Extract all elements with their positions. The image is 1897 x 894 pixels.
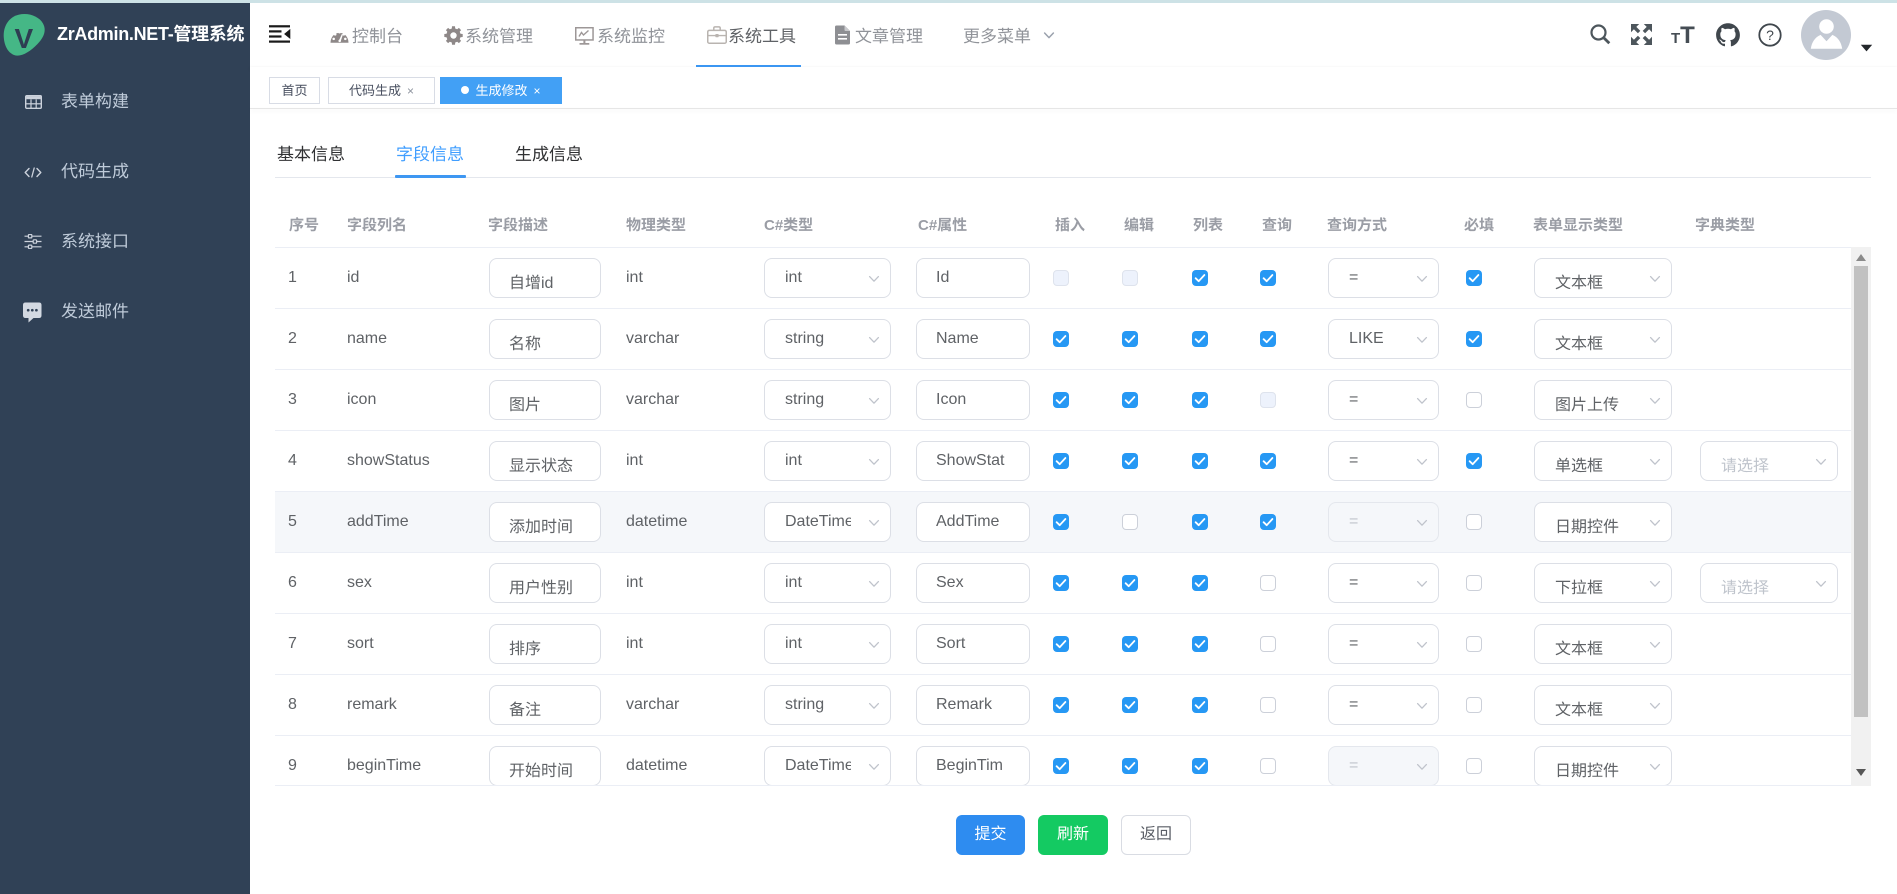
svg-text:?: ? xyxy=(1766,27,1774,43)
svg-text:V: V xyxy=(15,23,34,54)
